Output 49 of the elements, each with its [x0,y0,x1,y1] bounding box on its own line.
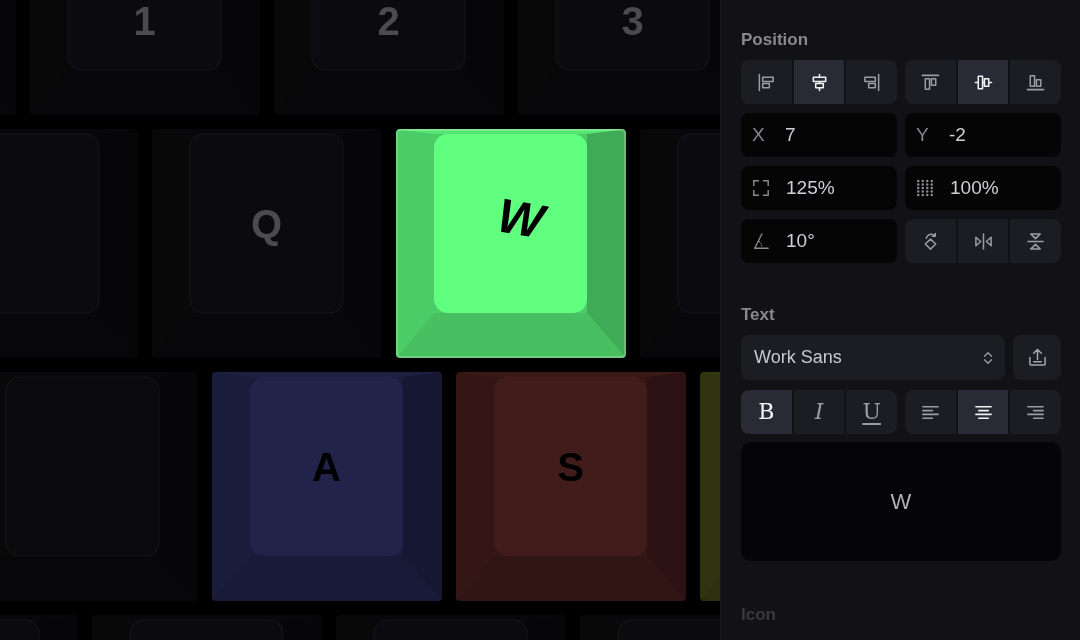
field-value: 125% [786,177,835,199]
key-legend: A [312,446,341,487]
field-value: -2 [949,124,966,146]
align-button[interactable] [793,60,845,104]
flip-horizontal-icon [973,231,993,251]
field-value: 10° [786,230,815,252]
dot-grid-icon [916,179,934,197]
bold-button[interactable]: B [741,390,792,434]
x-field[interactable]: X 7 [741,113,897,157]
key-legend: W [494,194,547,243]
rotate-button[interactable] [905,219,956,263]
text-align-button[interactable] [957,390,1009,434]
align-button[interactable] [741,60,792,104]
underline-button[interactable]: U [846,390,897,434]
align-button[interactable] [957,60,1009,104]
key-legend: 3 [621,0,644,41]
corners-icon [752,179,770,197]
flip-vertical-icon [1026,231,1046,251]
angle-field[interactable]: 10° [741,219,897,263]
upload-icon [1027,348,1047,367]
y-field[interactable]: Y -2 [905,113,1061,157]
align-top-icon [920,72,940,92]
key-legend: S [557,446,584,487]
key-legend: Q [250,203,283,244]
section-title: Position [741,29,809,51]
text-align-button[interactable] [1010,390,1061,434]
key-legend: 1 [133,0,156,41]
flip-horizontal-button[interactable] [957,219,1009,263]
italic-button[interactable]: I [793,390,845,434]
field-label: X [752,124,766,146]
field-value: 100% [950,177,999,199]
key-legend: 2 [377,0,400,41]
align-bottom-icon [1026,72,1046,92]
field-value: 7 [785,124,796,146]
upload-button[interactable] [1013,335,1061,380]
field-label: Y [916,124,930,146]
flip-vertical-button[interactable] [1010,219,1061,263]
align-button[interactable] [905,60,956,104]
align-button[interactable] [846,60,897,104]
font-select[interactable]: Work Sans [741,335,1005,380]
text-align-button[interactable] [905,390,956,434]
align-left-icon [756,72,776,92]
text-input[interactable]: W [741,442,1061,561]
angle-icon [752,232,770,250]
section-title: Text [741,304,775,326]
align-right-icon [862,72,882,92]
align-button[interactable] [1010,60,1061,104]
size-field[interactable]: 125% [741,166,897,210]
opacity-field[interactable]: 100% [905,166,1061,210]
